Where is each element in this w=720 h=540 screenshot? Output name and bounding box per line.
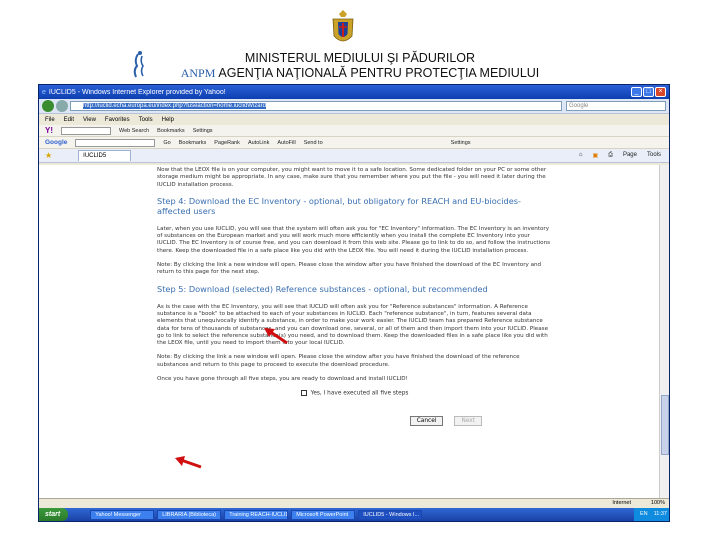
command-bar: ⌂ ▣ ⎙ Page Tools	[579, 152, 661, 159]
menu-favorites[interactable]: Favorites	[105, 117, 130, 123]
url-text: http://iuclid.echa.europa.eu/index.php?f…	[83, 103, 266, 109]
bookmarks-button[interactable]: Bookmarks	[157, 128, 185, 134]
tab-iuclid5[interactable]: IUCLID5	[78, 150, 132, 161]
send-to-button[interactable]: Send to	[304, 140, 323, 146]
maximize-button[interactable]: □	[643, 87, 654, 97]
favorites-star-icon[interactable]: ★	[45, 151, 52, 160]
intro-paragraph: Now that the LEOX file is on your comput…	[157, 167, 547, 188]
search-input[interactable]: Google	[566, 101, 666, 111]
minimize-button[interactable]: _	[631, 87, 642, 97]
step4-note: Note: By clicking the link a new window …	[157, 262, 542, 276]
confirm-row: Yes, I have executed all five steps	[157, 390, 552, 397]
menu-help[interactable]: Help	[162, 117, 174, 123]
clock: 11:37	[653, 511, 667, 517]
menu-bar: File Edit View Favorites Tools Help	[39, 114, 669, 125]
home-icon[interactable]: ⌂	[579, 152, 583, 159]
step4-heading: Step 4: Download the EC Inventory - opti…	[157, 195, 521, 216]
close-button[interactable]: ×	[655, 87, 666, 97]
wizard-buttons: Cancel Next	[157, 407, 552, 426]
autolink-button[interactable]: AutoLink	[248, 140, 269, 146]
google-settings-button[interactable]: Settings	[451, 140, 471, 146]
agency-name: AGENŢIA NAŢIONALĂ PENTRU PROTECŢIA MEDIU…	[218, 66, 540, 80]
taskbar-item-iuclid[interactable]: IUCLID5 - Windows I...	[358, 509, 423, 520]
presentation-slide: MINISTERUL MEDIULUI ŞI PĂDURILOR ANPM AGE…	[0, 0, 720, 540]
google-toolbar: Google Go Bookmarks PageRank AutoLink Au…	[39, 137, 669, 149]
feeds-icon[interactable]: ▣	[592, 152, 598, 159]
window-title: IUCLID5 - Windows Internet Explorer prov…	[48, 88, 226, 96]
address-bar: http://iuclid.echa.europa.eu/index.php?f…	[39, 99, 669, 114]
back-button[interactable]	[42, 100, 54, 112]
autofill-button[interactable]: AutoFill	[277, 140, 295, 146]
agency-title: ANPM AGENŢIA NAŢIONALĂ PENTRU PROTECŢIA M…	[0, 66, 720, 81]
google-go-button[interactable]: Go	[163, 140, 170, 146]
ie-icon: e	[42, 88, 46, 96]
taskbar-item-messenger[interactable]: Yahoo! Messenger	[90, 509, 155, 520]
language-indicator[interactable]: EN	[640, 508, 648, 521]
confirm-label: Yes, I have executed all five steps	[310, 390, 409, 397]
step5-heading: Step 5: Download (selected) Reference su…	[157, 283, 488, 294]
yahoo-toolbar: Y! Web Search Bookmarks Settings	[39, 125, 669, 137]
forward-button[interactable]	[56, 100, 68, 112]
page-menu[interactable]: Page	[623, 152, 637, 159]
system-tray: EN 11:37	[634, 508, 669, 521]
yahoo-logo-icon[interactable]: Y!	[45, 126, 53, 135]
taskbar-item-training[interactable]: Training REACH-IUCLID	[224, 509, 289, 520]
url-input[interactable]: http://iuclid.echa.europa.eu/index.php?f…	[70, 101, 562, 111]
step5-paragraph: As is the case with the EC Inventory, yo…	[157, 303, 549, 347]
print-icon[interactable]: ⎙	[608, 152, 613, 159]
final-paragraph: Once you have gone through all five step…	[157, 376, 408, 383]
security-zone: Internet	[612, 500, 631, 506]
vertical-scrollbar[interactable]	[659, 165, 669, 507]
cancel-button[interactable]: Cancel	[409, 415, 444, 426]
confirm-checkbox[interactable]	[300, 390, 307, 397]
anpm-logo-text: ANPM	[180, 66, 216, 80]
taskbar-item-powerpoint[interactable]: Microsoft PowerPoint	[291, 509, 356, 520]
scrollbar-thumb[interactable]	[661, 395, 669, 455]
tools-menu[interactable]: Tools	[647, 152, 661, 159]
step4-paragraph: Later, when you use IUCLID, you will see…	[157, 225, 551, 254]
start-button[interactable]: start	[39, 508, 69, 521]
coat-of-arms-icon	[332, 10, 354, 42]
page-content: Now that the LEOX file is on your comput…	[39, 165, 659, 507]
red-arrow-icon	[264, 328, 288, 345]
menu-file[interactable]: File	[45, 117, 55, 123]
google-bookmarks-button[interactable]: Bookmarks	[179, 140, 207, 146]
settings-button[interactable]: Settings	[193, 128, 213, 134]
menu-tools[interactable]: Tools	[139, 117, 153, 123]
google-logo-icon[interactable]: Google	[45, 139, 67, 146]
menu-view[interactable]: View	[83, 117, 96, 123]
wizard-document: Now that the LEOX file is on your comput…	[157, 167, 552, 426]
red-arrow-icon	[175, 456, 202, 469]
windows-taskbar: start Yahoo! Messenger LIBRARIA (Bibliot…	[39, 508, 669, 521]
window-titlebar[interactable]: e IUCLID5 - Windows Internet Explorer pr…	[39, 85, 669, 99]
status-bar: Internet 100%	[39, 498, 669, 508]
browser-window: e IUCLID5 - Windows Internet Explorer pr…	[38, 84, 670, 522]
next-button[interactable]: Next	[454, 415, 482, 426]
web-search-button[interactable]: Web Search	[119, 128, 149, 134]
tab-row: ★ IUCLID5 ⌂ ▣ ⎙ Page Tools	[39, 149, 669, 163]
step5-note: Note: By clicking the link a new window …	[157, 354, 520, 368]
menu-edit[interactable]: Edit	[64, 117, 74, 123]
yahoo-search-input[interactable]	[61, 126, 111, 135]
taskbar-item-library[interactable]: LIBRARIA (Biblioteca)	[157, 509, 222, 520]
google-search-input[interactable]	[75, 138, 156, 147]
zoom-level[interactable]: 100%	[651, 499, 665, 508]
pagerank-button[interactable]: PageRank	[214, 140, 240, 146]
